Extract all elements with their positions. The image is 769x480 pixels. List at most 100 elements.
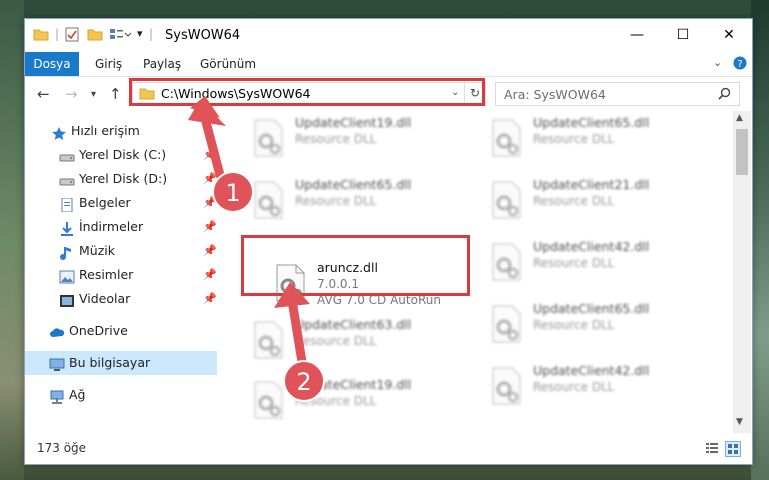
file-name: UpdateClient65.dll	[295, 177, 412, 192]
tab-home[interactable]: Giriş	[95, 52, 122, 76]
back-arrow-icon[interactable]: ←	[37, 85, 50, 103]
close-button[interactable]: ✕	[706, 19, 752, 52]
document-icon	[59, 196, 75, 213]
sidebar-item-network[interactable]: Ağ	[25, 383, 217, 407]
search-box[interactable]: Ara: SysWOW64	[495, 82, 740, 106]
help-icon[interactable]: ?	[733, 56, 747, 73]
desktop-background-right	[751, 0, 769, 480]
star-icon	[51, 124, 67, 140]
pin-icon[interactable]: 📌	[203, 215, 217, 239]
new-folder-icon[interactable]	[87, 27, 103, 44]
file-item[interactable]: UpdateClient19.dll Resource DLL	[245, 111, 475, 167]
sidebar-item-label: Videolar	[79, 291, 131, 306]
item-count: 173 öğe	[37, 441, 87, 455]
music-icon	[59, 244, 75, 260]
dll-file-icon	[489, 119, 523, 157]
forward-arrow-icon[interactable]: →	[65, 85, 78, 103]
tab-share[interactable]: Paylaş	[143, 52, 181, 76]
view-menu-icon[interactable]	[109, 27, 132, 44]
file-item[interactable]: UpdateClient21.dll Resource DLL	[483, 173, 713, 229]
dll-file-icon	[489, 181, 523, 219]
scroll-down-icon[interactable]: ▼	[736, 417, 743, 427]
pin-icon[interactable]: 📌	[203, 263, 217, 287]
file-item[interactable]: UpdateClient63.dll Resource DLL	[245, 313, 475, 369]
sidebar-item-label: Yerel Disk (C:)	[79, 147, 167, 162]
sidebar-item-label: Belgeler	[79, 195, 131, 210]
separator: |	[55, 27, 60, 41]
sidebar-item-this-pc[interactable]: Bu bilgisayar	[25, 351, 217, 375]
sidebar-item-music[interactable]: Müzik 📌	[25, 239, 217, 263]
sidebar-item-label: Resimler	[79, 267, 134, 282]
up-arrow-icon[interactable]: ↑	[109, 85, 122, 103]
file-name: UpdateClient19.dll	[295, 115, 412, 130]
file-name: UpdateClient65.dll	[533, 115, 650, 130]
tiles-view-icon[interactable]	[725, 441, 741, 457]
minimize-button[interactable]: —	[614, 19, 660, 52]
sidebar-item-label: Bu bilgisayar	[69, 355, 151, 370]
file-name: UpdateClient65.dll	[533, 301, 650, 316]
sidebar-item-videos[interactable]: Videolar 📌	[25, 287, 217, 311]
drive-icon	[59, 148, 75, 162]
sidebar-item-documents[interactable]: Belgeler 📌	[25, 191, 217, 215]
pin-icon[interactable]: 📌	[203, 287, 217, 311]
file-item[interactable]: UpdateClient42.dll Resource DLL	[483, 359, 713, 415]
file-name: UpdateClient63.dll	[295, 317, 412, 332]
sidebar-item-local-disk-c[interactable]: Yerel Disk (C:) 📌	[25, 143, 217, 167]
search-icon[interactable]	[718, 87, 731, 103]
dll-file-icon	[251, 321, 285, 359]
tab-view[interactable]: Görünüm	[200, 52, 256, 76]
file-description: Resource DLL	[295, 132, 377, 146]
file-description: Resource DLL	[533, 380, 615, 394]
file-name: UpdateClient19.dll	[295, 377, 412, 392]
scroll-up-icon[interactable]: ▲	[736, 113, 743, 123]
tab-file[interactable]: Dosya	[25, 52, 79, 76]
file-highlight	[241, 235, 470, 296]
address-bar-highlight	[129, 78, 485, 106]
maximize-button[interactable]: ☐	[660, 19, 706, 52]
desktop-background-left	[0, 0, 24, 480]
svg-text:?: ?	[737, 59, 742, 70]
cloud-icon	[49, 324, 65, 338]
ribbon-tabs: Dosya Giriş Paylaş Görünüm ⌄ ?	[25, 52, 752, 77]
sidebar-item-local-disk-d[interactable]: Yerel Disk (D:) 📌	[25, 167, 217, 191]
sidebar-item-pictures[interactable]: Resimler 📌	[25, 263, 217, 287]
computer-icon	[49, 356, 65, 371]
file-description: Resource DLL	[295, 194, 377, 208]
vertical-scrollbar[interactable]: ▲ ▼	[733, 111, 751, 433]
sidebar-item-onedrive[interactable]: OneDrive	[25, 319, 217, 343]
file-item[interactable]: UpdateClient65.dll Resource DLL	[483, 111, 713, 167]
dll-file-icon	[489, 243, 523, 281]
recent-locations-icon[interactable]: ▾	[91, 89, 96, 100]
file-description: Resource DLL	[533, 318, 615, 332]
separator: |	[149, 27, 154, 41]
file-description: Resource DLL	[295, 334, 377, 348]
file-name: UpdateClient42.dll	[533, 363, 650, 378]
file-description: Resource DLL	[533, 256, 615, 270]
navigation-pane: Hızlı erişim Yerel Disk (C:) 📌 Yerel Dis…	[25, 111, 225, 441]
video-icon	[59, 292, 75, 307]
sidebar-item-label: Müzik	[79, 243, 115, 258]
pin-icon[interactable]: 📌	[203, 143, 217, 167]
file-name: UpdateClient21.dll	[533, 177, 650, 192]
properties-icon[interactable]	[65, 27, 79, 45]
scroll-thumb[interactable]	[736, 129, 748, 175]
sidebar-item-quick-access[interactable]: Hızlı erişim	[25, 119, 217, 143]
file-item[interactable]: UpdateClient65.dll Resource DLL	[245, 173, 475, 229]
download-icon	[59, 220, 75, 236]
file-item[interactable]: UpdateClient42.dll Resource DLL	[483, 235, 713, 291]
expand-ribbon-icon[interactable]: ⌄	[713, 56, 722, 69]
drive-icon	[59, 172, 75, 186]
folder-icon	[33, 27, 49, 44]
file-item[interactable]: UpdateClient65.dll Resource DLL	[483, 297, 713, 353]
pin-icon[interactable]: 📌	[203, 167, 217, 191]
search-placeholder: Ara: SysWOW64	[504, 87, 606, 102]
sidebar-item-label: Hızlı erişim	[71, 123, 140, 138]
file-item[interactable]: UpdateClient19.dll Resource DLL	[245, 373, 475, 429]
file-description: Resource DLL	[533, 132, 615, 146]
pin-icon[interactable]: 📌	[203, 239, 217, 263]
pin-icon[interactable]: 📌	[203, 191, 217, 215]
sidebar-item-downloads[interactable]: İndirmeler 📌	[25, 215, 217, 239]
details-view-icon[interactable]	[705, 441, 719, 455]
dll-file-icon	[489, 305, 523, 343]
customize-toolbar-icon[interactable]: ▾	[137, 27, 143, 40]
